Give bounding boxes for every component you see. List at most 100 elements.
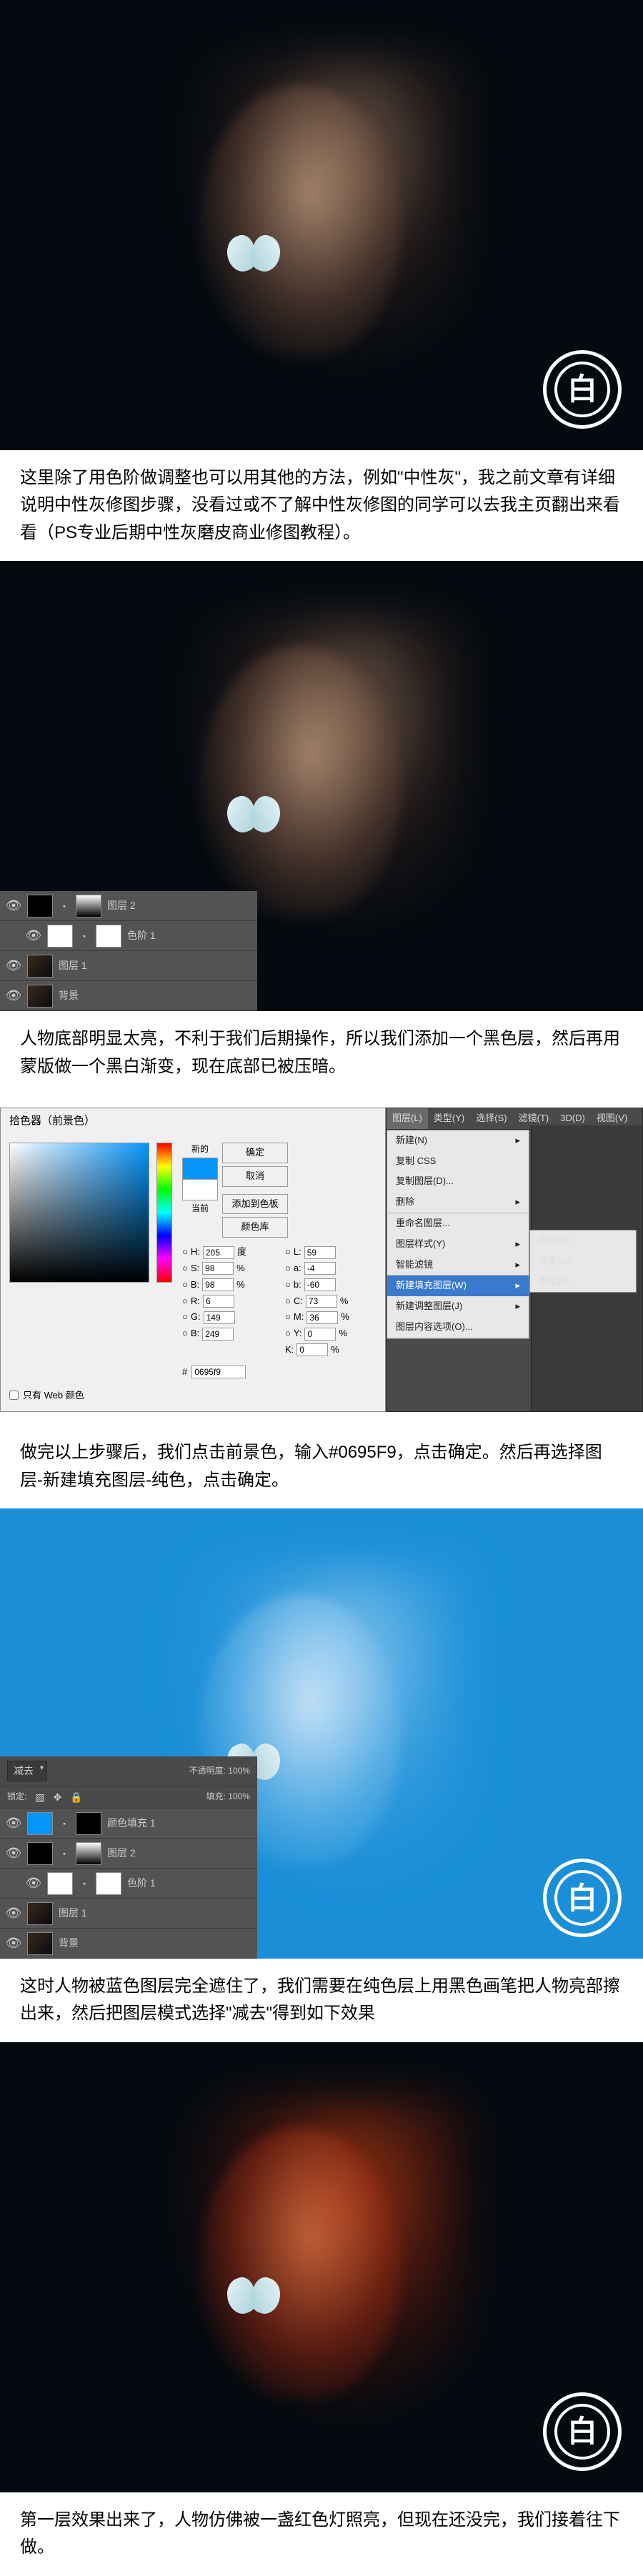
eye-icon[interactable]: 👁 [6,1937,21,1950]
ok-button[interactable]: 确定 [222,1143,288,1163]
menu-item[interactable]: 删除▸ [387,1192,529,1213]
eye-icon[interactable]: 👁 [6,900,21,912]
eye-icon[interactable]: 👁 [6,1907,21,1920]
color-value-input[interactable] [306,1311,338,1324]
color-lib-button[interactable]: 颜色库 [222,1217,288,1238]
opacity-value[interactable]: 100% [228,1766,250,1776]
color-mode-radio[interactable]: ○ [285,1278,291,1293]
paragraph-5: 第一层效果出来了，人物仿佛被一盏红色灯照亮，但现在还没完，我们接着往下做。 [0,2492,643,2576]
color-value-input[interactable] [304,1262,336,1275]
color-value-input[interactable] [202,1278,234,1291]
lock-pixels-icon[interactable]: ▨ [35,1789,44,1805]
cancel-button[interactable]: 取消 [222,1166,288,1187]
color-value-input[interactable] [304,1246,336,1259]
paragraph-2: 人物底部明显太亮，不利于我们后期操作，所以我们添加一个黑色层，然后再用蒙版做一个… [0,1011,643,1095]
menu-item[interactable]: 复制图层(D)... [387,1171,529,1192]
menu-item[interactable]: 复制 CSS [387,1151,529,1172]
field-label: B: [191,1326,199,1341]
menu-item[interactable]: 新建填充图层(W)▸ [387,1275,529,1296]
color-mode-radio[interactable]: ○ [285,1245,291,1260]
color-mode-radio[interactable]: ○ [182,1261,188,1276]
layer-row[interactable]: 👁图层 1 [0,1899,257,1929]
layer-thumbnail [27,1902,53,1925]
hue-strip[interactable] [156,1143,172,1283]
layer-row[interactable]: 👁⬝图层 2 [0,1839,257,1869]
portrait-with-layers: 👁⬝图层 2👁⬝色阶 1👁图层 1👁背景 [0,561,643,1011]
menu-item[interactable]: 图层样式(Y)▸ [387,1234,529,1255]
color-value-input[interactable] [304,1278,336,1291]
submenu-item[interactable]: 渐变(G)... [530,1251,636,1272]
color-mode-radio[interactable]: ○ [182,1326,188,1341]
menu-item[interactable]: 图层内容选项(O)... [387,1317,529,1338]
field-unit: % [236,1278,245,1293]
menu-item[interactable]: 智能滤镜▸ [387,1255,529,1276]
layer-name-label: 背景 [59,1935,251,1951]
menu-item[interactable]: 重命名图层... [387,1213,529,1234]
eye-icon[interactable]: 👁 [6,990,21,1003]
eye-icon[interactable]: 👁 [26,1877,41,1890]
layer-row[interactable]: 👁 背景 [0,1929,257,1959]
eye-icon[interactable]: 👁 [6,1847,21,1860]
link-icon[interactable]: ⬝ [59,1845,70,1861]
butterfly-icon [221,236,286,279]
color-mode-radio[interactable]: ○ [285,1310,291,1325]
color-value-input[interactable] [304,1328,336,1341]
dialog-row: 拾色器（前景色） 新的 当前 确定 取消 [0,1095,643,1425]
color-value-input[interactable] [306,1295,337,1308]
layer-row[interactable]: 👁图层 1 [0,951,257,981]
lock-all-icon[interactable]: 🔒 [70,1789,82,1805]
menu-bar-item[interactable]: 类型(Y) [428,1108,470,1129]
layer-thumbnail [27,895,53,917]
field-label: C: [294,1294,303,1309]
menu-bar-item[interactable]: 选择(S) [470,1108,512,1129]
color-value-input[interactable] [296,1343,328,1356]
eye-icon[interactable]: 👁 [26,930,41,943]
field-label: R: [191,1294,200,1309]
layer-name-label: 色阶 1 [127,928,251,943]
layer-row[interactable]: 👁背景 [0,981,257,1011]
link-icon[interactable]: ⬝ [79,1875,90,1891]
layer-row[interactable]: 👁 ⬝ 颜色填充 1 [0,1809,257,1839]
color-value-input[interactable] [203,1295,234,1308]
color-mode-radio[interactable]: ○ [182,1294,188,1309]
layer-name-label: 颜色填充 1 [107,1815,251,1831]
color-value-input[interactable] [204,1311,235,1324]
color-value-input[interactable] [202,1262,234,1275]
hex-label: # [182,1365,187,1380]
layer-mask-thumbnail [76,1842,101,1865]
paragraph-4: 这时人物被蓝色图层完全遮住了，我们需要在纯色层上用黑色画笔把人物亮部擦出来，然后… [0,1959,643,2042]
color-mode-radio[interactable]: ○ [182,1278,188,1293]
fill-value[interactable]: 100% [228,1791,250,1801]
web-only-checkbox[interactable] [9,1391,19,1400]
layer-thumbnail [27,1932,53,1955]
color-value-input[interactable] [203,1246,234,1259]
color-mode-radio[interactable]: ○ [182,1310,188,1325]
color-value-input[interactable] [202,1328,234,1341]
menu-item[interactable]: 新建(N)▸ [387,1130,529,1151]
eye-icon[interactable]: 👁 [6,1817,21,1830]
eye-icon[interactable]: 👁 [6,960,21,973]
link-icon[interactable]: ⬝ [59,897,70,913]
layer-row[interactable]: 👁 ⬝ 色阶 1 [0,921,257,951]
layer-row[interactable]: 👁⬝图层 2 [0,891,257,921]
color-mode-radio[interactable]: ○ [285,1261,291,1276]
color-mode-radio[interactable]: ○ [182,1245,188,1260]
submenu-item[interactable]: 图案(R)... [530,1272,636,1293]
butterfly-icon [221,797,286,840]
layer-row[interactable]: 👁⬝色阶 1 [0,1869,257,1899]
field-unit: 度 [237,1245,246,1260]
field-label: K: [285,1343,294,1358]
menu-bar-item[interactable]: 图层(L) [387,1108,428,1129]
blend-mode-dropdown[interactable]: 减去 [7,1761,47,1781]
menu-item[interactable]: 新建调整图层(J)▸ [387,1296,529,1317]
link-icon[interactable]: ⬝ [59,1815,70,1831]
color-mode-radio[interactable]: ○ [285,1294,291,1309]
submenu-item[interactable]: 纯色(O)... [530,1230,636,1251]
color-field[interactable] [9,1143,149,1283]
link-icon[interactable]: ⬝ [79,928,90,943]
hex-input[interactable] [191,1366,246,1378]
color-mode-radio[interactable]: ○ [285,1326,291,1341]
new-color-swatch [182,1158,218,1179]
add-swatch-button[interactable]: 添加到色板 [222,1194,288,1215]
lock-position-icon[interactable]: ✥ [54,1789,62,1805]
